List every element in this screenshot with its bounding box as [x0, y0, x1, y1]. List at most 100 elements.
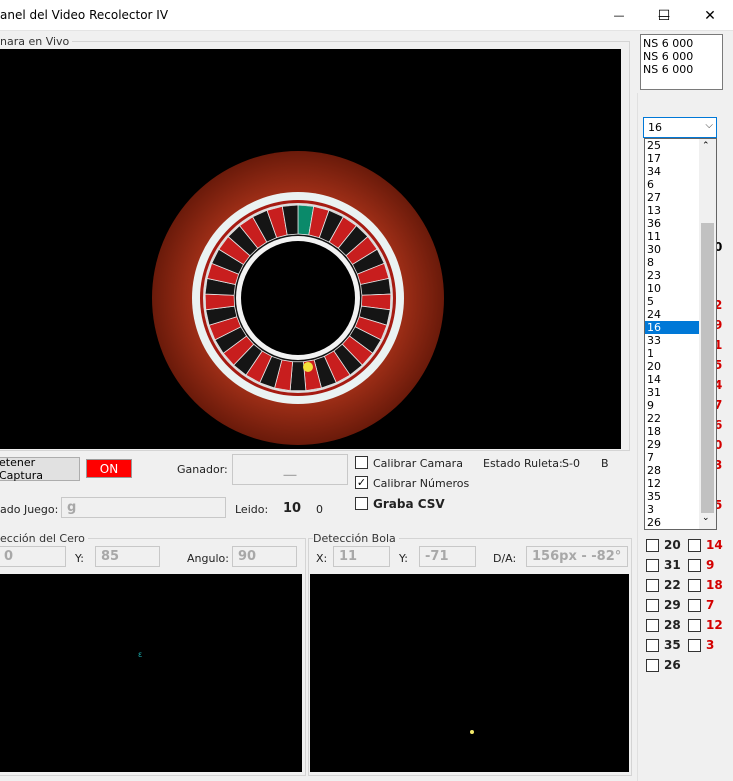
dropdown-option[interactable]: 6	[645, 178, 700, 191]
dropdown-option[interactable]: 9	[645, 399, 700, 412]
calibrar-numeros-label: Calibrar Números	[373, 477, 470, 490]
dropdown-option[interactable]: 8	[645, 256, 700, 269]
dropdown-option[interactable]: 10	[645, 282, 700, 295]
dropdown-option[interactable]: 7	[645, 451, 700, 464]
scroll-up-icon[interactable]: ⌃	[702, 141, 710, 151]
number-checkbox[interactable]	[688, 539, 701, 552]
dropdown-option[interactable]: 14	[645, 373, 700, 386]
da-field: 156px - -82°	[526, 546, 628, 567]
number-checkbox[interactable]	[646, 579, 659, 592]
number-label-red: 7	[706, 598, 715, 612]
number-checkbox[interactable]	[646, 539, 659, 552]
cero-y-label: Y:	[75, 552, 84, 565]
dropdown-option[interactable]: 35	[645, 490, 700, 503]
dropdown-option[interactable]: 24	[645, 308, 700, 321]
estado-juego-field: g	[61, 497, 226, 518]
scrollbar-thumb[interactable]	[701, 223, 714, 513]
number-label: 22	[664, 578, 681, 592]
dropdown-scrollbar[interactable]: ⌃ ⌄	[699, 139, 716, 529]
number-checkbox[interactable]	[646, 659, 659, 672]
detener-captura-button[interactable]: etener Captura	[0, 456, 80, 482]
chevron-down-icon: ⌵	[705, 120, 713, 131]
dropdown-option[interactable]: 22	[645, 412, 700, 425]
estado-ruleta-value: S-0	[562, 457, 580, 470]
dropdown-option[interactable]: 1	[645, 347, 700, 360]
roulette-wheel-image	[152, 151, 444, 445]
dropdown-option[interactable]: 5	[645, 295, 700, 308]
calibrar-camara-checkbox[interactable]	[355, 456, 368, 469]
scroll-down-icon[interactable]: ⌄	[702, 513, 710, 523]
number-checkbox[interactable]	[646, 619, 659, 632]
bola-x-label: X:	[316, 552, 328, 565]
ganador-field: __	[232, 454, 348, 485]
minimize-btn[interactable]: —	[596, 0, 642, 31]
dropdown-option[interactable]: 16	[645, 321, 700, 334]
leido-label: Leido:	[235, 503, 269, 516]
graba-csv-checkbox[interactable]	[355, 497, 368, 510]
number-combobox[interactable]: 16 ⌵	[643, 117, 717, 138]
cero-x-field: 0	[0, 546, 66, 567]
number-label-red: 14	[706, 538, 723, 552]
bola-y-label: Y:	[399, 552, 408, 565]
info-line: NS 6 000	[643, 50, 694, 63]
deteccion-cero-label: ección del Cero	[0, 532, 88, 545]
dropdown-option[interactable]: 36	[645, 217, 700, 230]
dropdown-option[interactable]: 29	[645, 438, 700, 451]
graba-csv-label: Graba CSV	[373, 497, 445, 511]
dropdown-option[interactable]: 3	[645, 503, 700, 516]
number-label: 28	[664, 618, 681, 632]
number-checkbox[interactable]	[646, 599, 659, 612]
info-line: NS 6 000	[643, 63, 694, 76]
number-label-red: 3	[706, 638, 715, 652]
number-checkbox[interactable]	[688, 619, 701, 632]
checkmark-icon: ✓	[356, 476, 367, 489]
dropdown-option[interactable]: 26	[645, 516, 700, 529]
number-dropdown-list[interactable]: 25 17 34 6 27 13 36 11 30 8 23 10 5 24 16 33 1 20 14 31 9 22 1…	[644, 138, 717, 530]
dropdown-option[interactable]: 13	[645, 204, 700, 217]
dropdown-option[interactable]: 30	[645, 243, 700, 256]
dropdown-option[interactable]: 25	[645, 139, 700, 152]
dropdown-option[interactable]: 33	[645, 334, 700, 347]
number-checkbox[interactable]	[646, 639, 659, 652]
maximize-button[interactable]: ☐	[641, 0, 687, 31]
number-checkbox[interactable]	[688, 579, 701, 592]
number-label: 31	[664, 558, 681, 572]
number-label: 20	[664, 538, 681, 552]
deteccion-bola-label: Detección Bola	[313, 532, 399, 545]
number-checkbox[interactable]	[688, 599, 701, 612]
combo-value: 16	[648, 121, 662, 134]
number-label-red: 18	[706, 578, 723, 592]
close-icon: ✕	[704, 7, 716, 24]
on-status-indicator: ON	[86, 459, 132, 478]
dropdown-option[interactable]: 34	[645, 165, 700, 178]
angulo-label: Angulo:	[187, 552, 229, 565]
dropdown-option[interactable]: 27	[645, 191, 700, 204]
info-listbox[interactable]: NS 6 000 NS 6 000 NS 6 000	[640, 34, 723, 90]
calibrar-camara-label: Calibrar Camara	[373, 457, 463, 470]
angulo-field: 90	[232, 546, 297, 567]
close-button[interactable]: ✕	[687, 0, 733, 31]
number-checkbox[interactable]	[688, 639, 701, 652]
calibrar-numeros-checkbox[interactable]: ✓	[355, 476, 368, 489]
dropdown-option[interactable]: 20	[645, 360, 700, 373]
dropdown-option[interactable]: 11	[645, 230, 700, 243]
number-checkbox[interactable]	[688, 559, 701, 572]
dropdown-option[interactable]: 23	[645, 269, 700, 282]
number-checkbox[interactable]	[646, 559, 659, 572]
dropdown-option[interactable]: 18	[645, 425, 700, 438]
dropdown-option[interactable]: 12	[645, 477, 700, 490]
leido-extra: 0	[316, 503, 323, 516]
minimize-glyph-icon: —	[613, 9, 625, 22]
maximize-icon: ☐	[657, 7, 671, 24]
ganador-label: Ganador:	[177, 463, 228, 476]
cero-y-field: 85	[95, 546, 160, 567]
bola-detection-view	[310, 574, 629, 772]
dropdown-option[interactable]: 28	[645, 464, 700, 477]
number-label: 26	[664, 658, 681, 672]
estado-ruleta-extra: B	[601, 457, 609, 470]
estado-juego-label: ado Juego:	[0, 503, 59, 516]
da-label: D/A:	[493, 552, 517, 565]
cero-detected-mark: ε	[138, 650, 143, 659]
dropdown-option[interactable]: 31	[645, 386, 700, 399]
dropdown-option[interactable]: 17	[645, 152, 700, 165]
